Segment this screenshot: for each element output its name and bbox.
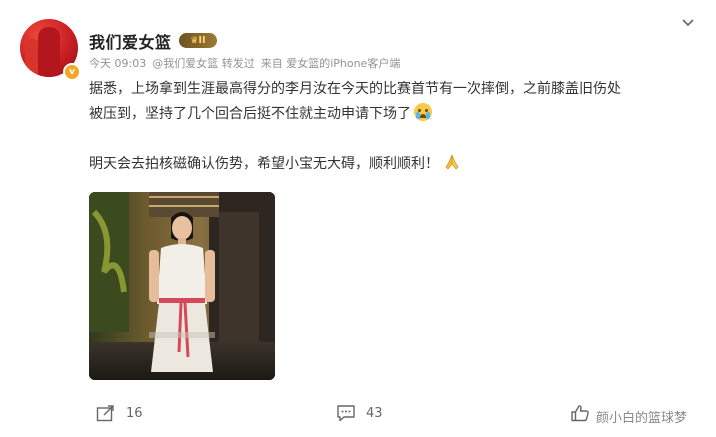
comment-count: 43	[366, 405, 383, 421]
watermark: 颜小白的篮球梦	[596, 411, 688, 426]
repost-info[interactable]: @我们爱女篮 转发过	[152, 57, 255, 70]
crying-emoji-icon	[414, 103, 432, 121]
comment-icon	[337, 405, 355, 422]
post-photo[interactable]	[89, 192, 275, 380]
pray-emoji-icon	[445, 154, 459, 170]
chevron-down-icon[interactable]	[680, 15, 696, 31]
post-paragraph-2: 明天会去拍核磁确认伤势，希望小宝无大碍，顺利顺利！	[89, 156, 439, 172]
post-source: 来自 爱女篮的iPhone客户端	[260, 57, 401, 70]
share-icon	[96, 405, 114, 422]
post-paragraph-1: 据悉，上场拿到生涯最高得分的李月汝在今天的比赛首节有一次摔倒，之前膝盖旧伤处	[89, 81, 621, 97]
share-count: 16	[126, 405, 143, 421]
post-paragraph-1b: 被压到，坚持了几个回合后挺不住就主动申请下场了	[89, 106, 411, 122]
post-time[interactable]: 今天 09:03	[89, 57, 146, 70]
level-badge[interactable]: ♛II	[179, 33, 217, 48]
like-icon[interactable]	[570, 404, 590, 422]
username[interactable]: 我们爱女篮	[89, 29, 172, 53]
share-action[interactable]: 16	[96, 404, 143, 422]
post-meta: 今天 09:03 @我们爱女篮 转发过 来自 爱女篮的iPhone客户端	[89, 55, 406, 71]
comment-action[interactable]: 43	[336, 404, 383, 422]
verified-badge: v	[63, 63, 81, 81]
post-text: 据悉，上场拿到生涯最高得分的李月汝在今天的比赛首节有一次摔倒，之前膝盖旧伤处 被…	[89, 77, 689, 177]
level-badge-label: II	[198, 35, 206, 46]
